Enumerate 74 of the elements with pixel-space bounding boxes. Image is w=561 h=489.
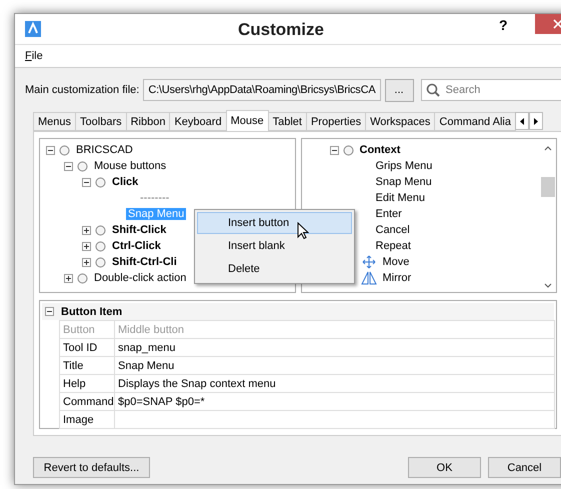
mirror-triangles-icon <box>360 271 376 285</box>
context-menu-item[interactable]: Delete <box>197 258 352 280</box>
circle-icon <box>95 240 106 252</box>
move-arrows-icon <box>360 255 376 269</box>
tree-item[interactable]: Snap Menu <box>374 176 434 188</box>
collapse-icon[interactable] <box>45 307 54 316</box>
scrollbar-thumb[interactable] <box>541 177 555 197</box>
tree-item[interactable]: Ctrl-Click <box>110 240 163 252</box>
expand-icon[interactable] <box>82 226 91 234</box>
circle-icon <box>77 272 88 284</box>
tree-item[interactable]: Double-click action <box>92 272 188 284</box>
tab[interactable]: Command Alia <box>434 112 516 131</box>
property-name: Image <box>59 410 115 429</box>
expand-icon[interactable] <box>82 242 91 250</box>
search-field[interactable]: Search <box>420 79 561 101</box>
circle-icon <box>342 144 354 156</box>
context-menu-item[interactable]: Insert blank <box>197 235 352 257</box>
tree-item[interactable]: Enter <box>374 208 404 220</box>
section-title: Button Item <box>61 306 122 318</box>
circle-icon <box>95 176 106 188</box>
tab[interactable]: Menus <box>33 112 76 131</box>
tab[interactable]: Properties <box>306 112 366 131</box>
scroll-left-button[interactable] <box>514 112 529 130</box>
tree-item[interactable]: Shift-Click <box>110 224 168 236</box>
close-icon <box>553 19 561 29</box>
tab[interactable]: Tablet <box>268 112 307 131</box>
collapse-icon[interactable] <box>82 178 91 186</box>
tree-item[interactable]: Mouse buttons <box>92 160 168 172</box>
field-label: Main customization file: <box>25 84 140 96</box>
left-triangle-icon <box>520 118 524 124</box>
tab[interactable]: Toolbars <box>75 112 127 131</box>
collapse-icon[interactable] <box>64 162 73 170</box>
help-button[interactable]: ? <box>499 17 508 33</box>
ok-button[interactable]: OK <box>408 457 481 478</box>
app-logo-icon <box>25 21 41 37</box>
tree-item[interactable]: Click <box>110 176 140 188</box>
menu-item[interactable]: File <box>25 50 43 62</box>
tree-item[interactable]: Edit Menu <box>374 192 428 204</box>
tree-item[interactable]: Cancel <box>374 224 412 236</box>
revert-button[interactable]: Revert to defaults... <box>33 457 150 478</box>
tab[interactable]: Keyboard <box>169 112 227 131</box>
up-chevron-icon <box>544 146 552 151</box>
property-name: Command <box>59 392 115 411</box>
down-chevron-icon <box>544 283 552 288</box>
tree-item[interactable]: Move <box>380 256 412 268</box>
mouse-cursor-icon <box>297 222 309 240</box>
collapse-icon[interactable] <box>330 146 338 154</box>
tree-item[interactable]: Repeat <box>374 240 413 252</box>
file-path-field[interactable]: C:\Users\rhg\AppData\Roaming\Bricsys\BricsCA <box>143 79 380 101</box>
tree-item[interactable]: Shift-Ctrl-Cli <box>110 256 179 268</box>
window-title: Customize <box>237 20 325 40</box>
expand-icon[interactable] <box>64 274 73 282</box>
cancel-button[interactable]: Cancel <box>488 457 561 478</box>
circle-icon <box>95 256 106 268</box>
scroll-right-button[interactable] <box>528 112 543 130</box>
browse-button[interactable]: ... <box>384 78 414 102</box>
circle-icon <box>59 144 70 156</box>
tree-item[interactable]: Context <box>358 144 402 156</box>
tab[interactable]: Ribbon <box>126 112 170 131</box>
tab[interactable]: Mouse <box>226 110 269 131</box>
tree-item[interactable]: BRICSCAD <box>74 144 135 156</box>
tree-item[interactable]: Mirror <box>380 272 414 284</box>
collapse-icon[interactable] <box>46 146 55 154</box>
tree-item[interactable]: Grips Menu <box>374 160 434 172</box>
circle-icon <box>95 224 106 236</box>
tree-item[interactable]: -------- <box>138 192 172 204</box>
circle-icon <box>77 160 88 172</box>
tab[interactable]: Workspaces <box>365 112 436 131</box>
right-triangle-icon <box>534 118 538 124</box>
search-icon <box>426 83 440 97</box>
search-input[interactable]: Search <box>444 83 548 97</box>
context-menu-item[interactable]: Insert button <box>197 212 352 234</box>
property-name: Button <box>59 320 115 339</box>
expand-icon[interactable] <box>82 258 91 266</box>
